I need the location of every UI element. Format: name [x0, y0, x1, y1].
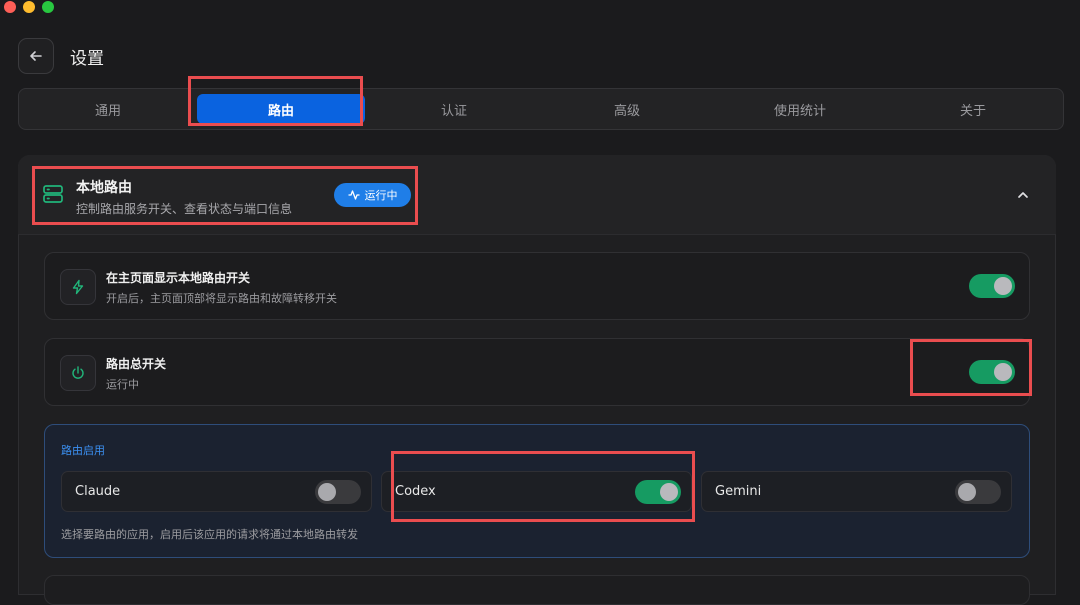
app-card-gemini: Gemini	[701, 471, 1012, 512]
settings-tab-bar: 通用 路由 认证 高级 使用统计 关于	[18, 88, 1064, 130]
row-title: 在主页面显示本地路由开关	[106, 271, 251, 285]
gemini-routing-toggle[interactable]	[955, 480, 1001, 504]
tab-advanced[interactable]: 高级	[543, 94, 711, 124]
row-icon-box	[60, 269, 96, 305]
routing-enable-hint: 选择要路由的应用，启用后该应用的请求将通过本地路由转发	[61, 528, 358, 541]
activity-icon	[347, 190, 360, 200]
row-subtitle: 开启后，主页面顶部将显示路由和故障转移开关	[106, 292, 337, 305]
arrow-left-icon	[30, 51, 42, 61]
claude-routing-toggle[interactable]	[315, 480, 361, 504]
routing-master-toggle[interactable]	[969, 360, 1015, 384]
app-name: Gemini	[715, 484, 762, 499]
tab-routing[interactable]: 路由	[197, 94, 365, 124]
back-button[interactable]	[18, 38, 54, 74]
local-routing-section-header[interactable]	[18, 155, 1056, 235]
minimize-window-button[interactable]	[23, 1, 35, 13]
row-subtitle: 运行中	[106, 378, 139, 391]
section-title: 本地路由	[76, 180, 132, 196]
tab-auth[interactable]: 认证	[370, 94, 538, 124]
tab-usage-stats[interactable]: 使用统计	[716, 94, 884, 124]
row-title: 路由总开关	[106, 357, 167, 371]
chevron-up-icon[interactable]	[1014, 186, 1032, 204]
status-badge: 运行中	[334, 183, 411, 207]
app-card-codex: Codex	[381, 471, 692, 512]
server-icon	[43, 185, 63, 203]
power-icon	[72, 366, 84, 379]
tab-general[interactable]: 通用	[24, 94, 192, 124]
show-routing-switch-toggle[interactable]	[969, 274, 1015, 298]
routing-enable-label: 路由启用	[61, 444, 105, 457]
tab-about[interactable]: 关于	[889, 94, 1057, 124]
app-name: Codex	[395, 484, 436, 499]
app-card-claude: Claude	[61, 471, 372, 512]
page-title: 设置	[70, 49, 104, 69]
codex-routing-toggle[interactable]	[635, 480, 681, 504]
row-icon-box	[60, 355, 96, 391]
section-subtitle: 控制路由服务开关、查看状态与端口信息	[76, 202, 293, 216]
routing-master-switch-row: 路由总开关 运行中	[44, 338, 1030, 406]
status-badge-label: 运行中	[364, 189, 398, 202]
app-name: Claude	[75, 484, 121, 499]
lightning-icon	[72, 279, 84, 295]
show-routing-switch-row: 在主页面显示本地路由开关 开启后，主页面顶部将显示路由和故障转移开关	[44, 252, 1030, 320]
next-card	[44, 575, 1030, 605]
zoom-window-button[interactable]	[42, 1, 54, 13]
close-window-button[interactable]	[4, 1, 16, 13]
